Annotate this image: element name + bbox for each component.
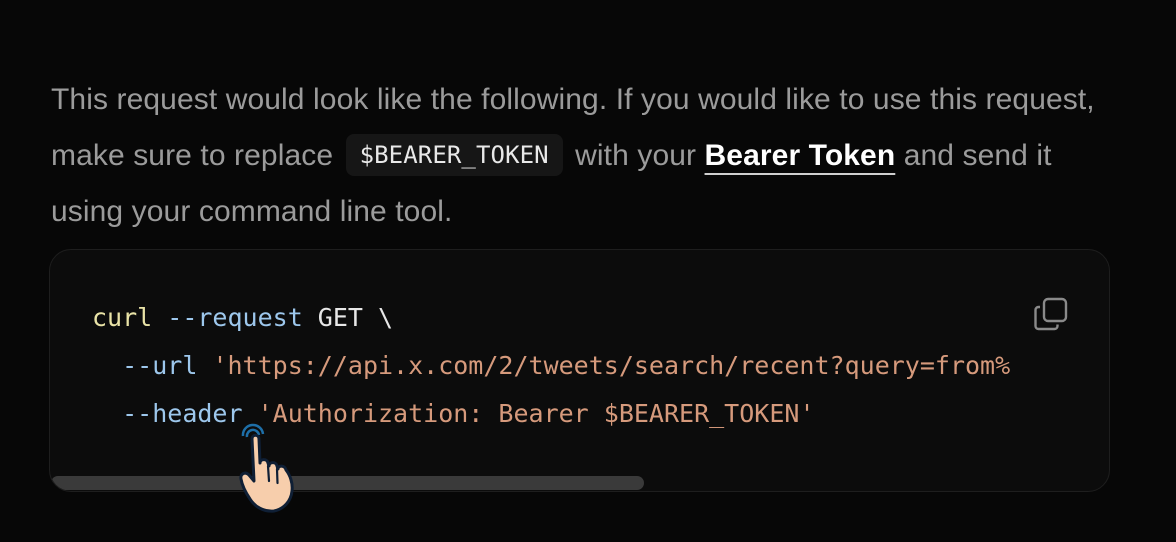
- code-token-flag: --header: [122, 399, 243, 428]
- code-content: curl --request GET \ --url 'https://api.…: [92, 294, 1010, 438]
- code-token-flag: --url: [122, 351, 198, 380]
- bearer-token-link[interactable]: Bearer Token: [705, 139, 896, 172]
- code-line-1: curl --request GET \: [92, 294, 1010, 342]
- code-line-2: --url 'https://api.x.com/2/tweets/search…: [92, 342, 1010, 390]
- code-token-str: 'Authorization: Bearer $BEARER_TOKEN': [257, 399, 815, 428]
- copy-icon: [1034, 297, 1068, 331]
- code-token-str: 'https://api.x.com/2/tweets/search/recen…: [212, 351, 1011, 380]
- description-text-middle: with your: [575, 139, 697, 172]
- code-block: curl --request GET \ --url 'https://api.…: [49, 249, 1110, 492]
- code-token-flag: --request: [167, 303, 303, 332]
- code-token-cmd: curl: [92, 303, 153, 332]
- code-line-3: --header 'Authorization: Bearer $BEARER_…: [92, 390, 1010, 438]
- inline-code-bearer-token: $BEARER_TOKEN: [345, 134, 563, 176]
- copy-button[interactable]: [1033, 296, 1069, 332]
- scrollbar-thumb[interactable]: [51, 476, 644, 490]
- horizontal-scrollbar[interactable]: [50, 475, 1109, 491]
- code-scroll-area[interactable]: curl --request GET \ --url 'https://api.…: [50, 250, 1109, 491]
- code-token-plain: GET \: [302, 303, 394, 332]
- description-paragraph: This request would look like the followi…: [51, 72, 1131, 240]
- page: This request would look like the followi…: [0, 0, 1176, 542]
